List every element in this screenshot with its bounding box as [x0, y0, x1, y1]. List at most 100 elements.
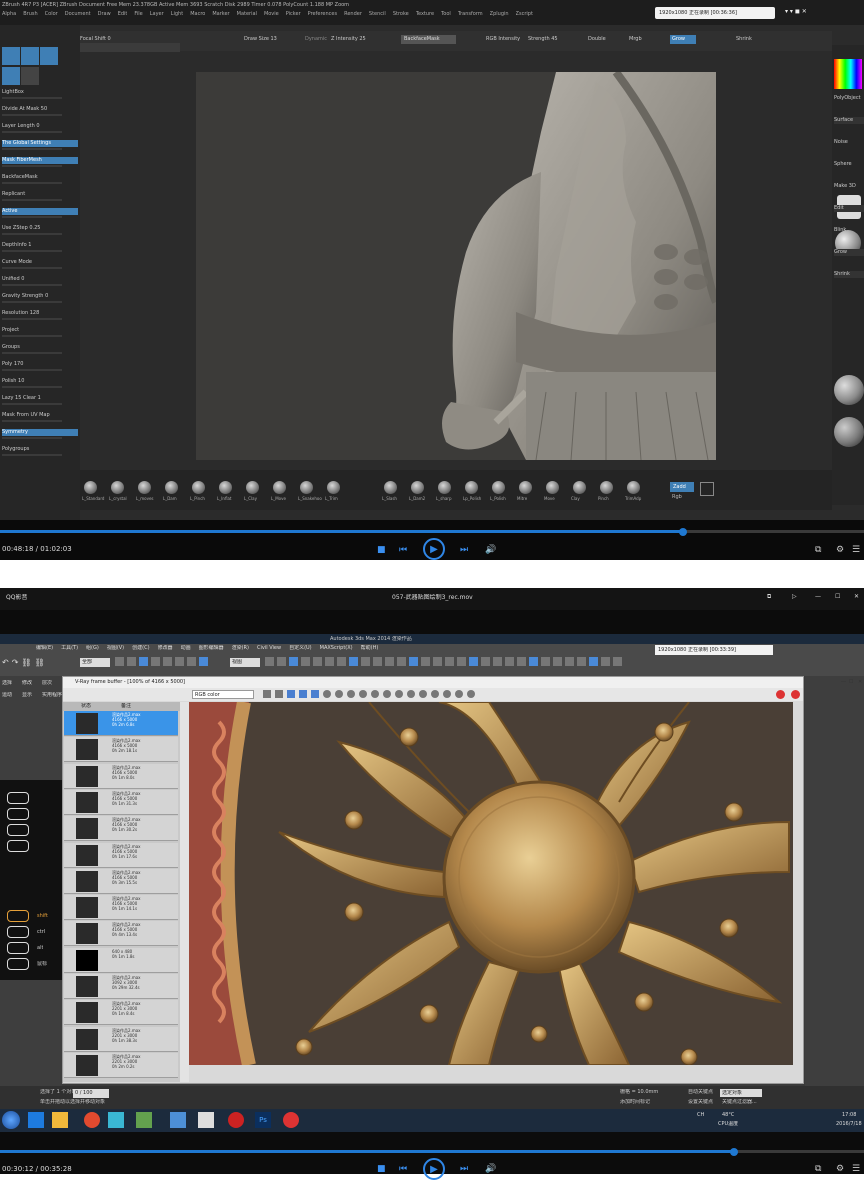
zbrush-menu-item[interactable]: Layer	[150, 11, 164, 19]
right-setting[interactable]: PolyObject	[834, 95, 864, 102]
toolbar-tool-icon[interactable]	[493, 657, 502, 666]
command-tab[interactable]: 修改	[22, 680, 32, 687]
toolbar-tool-icon[interactable]	[409, 657, 418, 666]
zbrush-menu-item[interactable]: Render	[344, 11, 362, 19]
command-tab[interactable]: 层次	[42, 680, 52, 687]
language-indicator[interactable]: CH	[697, 1112, 704, 1119]
screenshot-icon-2[interactable]: ⧉	[815, 1164, 821, 1174]
pin-icon[interactable]: ⧉	[767, 593, 771, 601]
vfb-tool-icon[interactable]	[431, 690, 439, 698]
playlist-icon-2[interactable]: ☰	[852, 1164, 860, 1174]
right-setting[interactable]: Sphere	[834, 161, 864, 168]
brush-thumbnail[interactable]	[219, 481, 232, 494]
history-row[interactable]: 渲染作品2.max 4166 x 5000 0h 2m 6.8s	[64, 711, 178, 736]
playlist-icon[interactable]: ☰	[852, 545, 860, 555]
right-setting[interactable]: Blink	[834, 227, 864, 234]
history-row[interactable]: 渲染作品2.max 4166 x 5000 0h 3m 15.5s	[64, 868, 178, 894]
zbrush-menu-item[interactable]: Preferences	[308, 11, 337, 19]
auto-key[interactable]: 自动关键点	[688, 1089, 713, 1096]
vfb-tool-icon[interactable]	[383, 690, 391, 698]
select-tools[interactable]	[115, 657, 225, 669]
scale-mode-button[interactable]	[2, 67, 20, 85]
vfb-tool-icon[interactable]	[275, 690, 283, 698]
toolbar-tool-icon[interactable]	[529, 657, 538, 666]
vfb-tool-icon[interactable]	[263, 690, 271, 698]
left-setting[interactable]: Mask FiberMesh	[2, 157, 78, 164]
settings-icon-2[interactable]: ⚙	[836, 1164, 844, 1174]
grid-icon[interactable]	[700, 482, 714, 496]
channel-dropdown[interactable]: RGB color	[192, 690, 254, 699]
vfb-tool-icon[interactable]	[443, 690, 451, 698]
history-row[interactable]: 渲染作品2.max 4166 x 5000 0h 1m 30.2s	[64, 816, 178, 842]
volume-icon-2[interactable]: 🔊	[485, 1164, 496, 1174]
right-setting[interactable]: Shrink	[834, 271, 864, 278]
settings-icon[interactable]: ⚙	[836, 545, 844, 555]
toolbar-tool-icon[interactable]	[349, 657, 358, 666]
max-menu-item[interactable]: 工具(T)	[61, 645, 78, 653]
max-menu-item[interactable]: 编辑(E)	[36, 645, 53, 653]
history-row[interactable]: 渲染作品2.max 3092 x 3000 0h 29m 32.4s	[64, 974, 178, 999]
command-tab[interactable]: 显示	[22, 692, 32, 699]
vfb-minimize[interactable]: —	[841, 679, 846, 686]
left-setting[interactable]: BackfaceMask	[2, 174, 78, 181]
brush-thumbnail[interactable]	[492, 481, 505, 494]
vfb-tool-icon[interactable]	[347, 690, 355, 698]
toolbar-tool-icon[interactable]	[541, 657, 550, 666]
stop-icon-2[interactable]: ■	[377, 1164, 386, 1174]
command-tab[interactable]: 选择	[2, 680, 12, 687]
toolbar-tool-icon[interactable]	[469, 657, 478, 666]
right-setting[interactable]: Make 3D	[834, 183, 864, 190]
brush-thumbnail[interactable]	[84, 481, 97, 494]
right-setting[interactable]: Noise	[834, 139, 864, 146]
toolbar-tool-icon[interactable]	[553, 657, 562, 666]
zbrush-menu-item[interactable]: Alpha	[2, 11, 16, 19]
zbrush-menu-item[interactable]: Color	[45, 11, 58, 19]
zbrush-menu-item[interactable]: Texture	[416, 11, 434, 19]
double-button[interactable]: Double	[588, 36, 606, 43]
toolbar-tool-icon[interactable]	[337, 657, 346, 666]
progress-knob-1[interactable]	[678, 528, 687, 536]
right-setting[interactable]: Surface	[834, 117, 864, 124]
next-icon[interactable]: ⏭	[460, 545, 468, 555]
toolbar-tool-icon[interactable]	[175, 657, 184, 666]
close-icon[interactable]: ✕	[854, 593, 859, 601]
toolbar-tool-icon[interactable]	[115, 657, 124, 666]
zbrush-menu-item[interactable]: File	[134, 11, 142, 19]
zbrush-menu-item[interactable]: Tool	[441, 11, 451, 19]
command-tab[interactable]: 实用程序	[42, 692, 62, 699]
left-setting[interactable]: Unified 0	[2, 276, 78, 283]
vfb-tool-icons[interactable]	[263, 690, 593, 699]
key-filter-dropdown[interactable]: 选定对象	[720, 1089, 762, 1097]
history-row[interactable]: 渲染作品2.max 2201 x 3000 0h 2m 0.2s	[64, 1052, 178, 1078]
zbrush-menu-item[interactable]: Document	[65, 11, 91, 19]
vfb-tool-icon[interactable]	[467, 690, 475, 698]
left-setting[interactable]: The Global Settings	[2, 140, 78, 147]
zbrush-menu-item[interactable]: Zplugin	[490, 11, 509, 19]
rgb-intensity[interactable]: RGB Intensity	[486, 36, 520, 43]
zbrush-menu-item[interactable]: Zscript	[516, 11, 533, 19]
progress-track-1[interactable]	[0, 530, 864, 533]
dynamic-toggle[interactable]: Dynamic	[305, 36, 327, 43]
left-setting[interactable]: Layer Length 0	[2, 123, 78, 130]
brush-thumbnail[interactable]	[600, 481, 613, 494]
zbrush-menu-item[interactable]: Transform	[458, 11, 483, 19]
rgb-button[interactable]: Rgb	[672, 494, 682, 501]
zbrush-menu-item[interactable]: Draw	[98, 11, 111, 19]
history-scrollbar[interactable]	[180, 702, 189, 1082]
left-setting[interactable]: Symmetry	[2, 429, 78, 436]
left-setting[interactable]: Lazy 15 Clear 1	[2, 395, 78, 402]
vfb-tool-icon[interactable]	[359, 690, 367, 698]
toolbar-tool-icon[interactable]	[433, 657, 442, 666]
stop-render-icon[interactable]	[776, 690, 785, 699]
left-setting[interactable]: Poly 170	[2, 361, 78, 368]
toolbar-tool-icon[interactable]	[505, 657, 514, 666]
prev-icon-2[interactable]: ⏮	[399, 1164, 407, 1174]
toolbar-tool-icon[interactable]	[481, 657, 490, 666]
brush-thumbnail[interactable]	[111, 481, 124, 494]
set-key[interactable]: 设置关键点	[688, 1099, 713, 1106]
vfb-tool-icon[interactable]	[407, 690, 415, 698]
prev-icon[interactable]: ⏮	[399, 545, 407, 555]
vfb-tool-icon[interactable]	[287, 690, 295, 698]
volume-icon[interactable]: 🔊	[485, 545, 496, 555]
brush-thumbnail[interactable]	[465, 481, 478, 494]
